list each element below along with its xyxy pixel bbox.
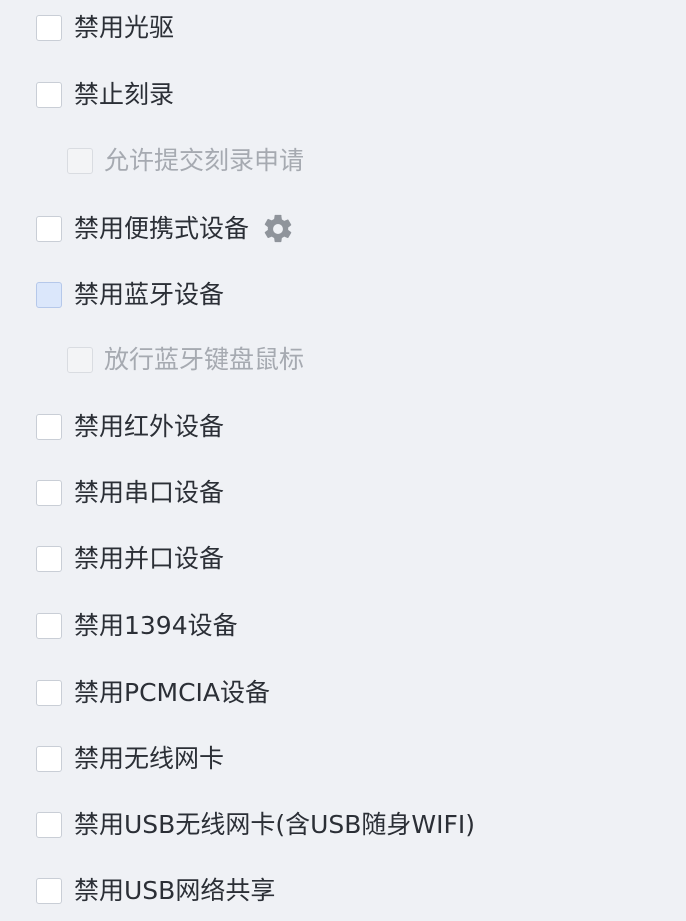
option-disable-usb-network-sharing[interactable]: 禁用USB网络共享 bbox=[36, 871, 275, 911]
disable-optical-drive-checkbox[interactable] bbox=[36, 15, 62, 41]
option-disable-serial[interactable]: 禁用串口设备 bbox=[36, 473, 224, 513]
option-allow-burn-request: 允许提交刻录申请 bbox=[67, 141, 304, 181]
device-control-options-panel: 禁用光驱 禁止刻录 允许提交刻录申请 禁用便携式设备 禁用蓝牙设备 放行蓝牙键盘… bbox=[0, 0, 686, 921]
option-disable-wireless-nic[interactable]: 禁用无线网卡 bbox=[36, 739, 224, 779]
option-disable-burning[interactable]: 禁止刻录 bbox=[36, 75, 174, 115]
disable-infrared-checkbox[interactable] bbox=[36, 414, 62, 440]
disable-usb-network-sharing-label[interactable]: 禁用USB网络共享 bbox=[74, 871, 275, 911]
option-allow-bt-keyboard-mouse: 放行蓝牙键盘鼠标 bbox=[67, 340, 304, 380]
disable-wireless-nic-label[interactable]: 禁用无线网卡 bbox=[74, 739, 224, 779]
disable-bluetooth-label[interactable]: 禁用蓝牙设备 bbox=[74, 275, 224, 315]
disable-parallel-checkbox[interactable] bbox=[36, 546, 62, 572]
gear-icon[interactable] bbox=[261, 212, 295, 246]
allow-bt-keyboard-mouse-label: 放行蓝牙键盘鼠标 bbox=[104, 345, 305, 374]
disable-optical-drive-label[interactable]: 禁用光驱 bbox=[74, 8, 174, 48]
disable-pcmcia-checkbox[interactable] bbox=[36, 680, 62, 706]
option-disable-1394[interactable]: 禁用1394设备 bbox=[36, 606, 238, 646]
disable-serial-checkbox[interactable] bbox=[36, 480, 62, 506]
disable-bluetooth-checkbox[interactable] bbox=[36, 282, 62, 308]
option-disable-optical-drive[interactable]: 禁用光驱 bbox=[36, 8, 174, 48]
option-disable-infrared[interactable]: 禁用红外设备 bbox=[36, 407, 224, 447]
disable-1394-checkbox[interactable] bbox=[36, 613, 62, 639]
option-disable-pcmcia[interactable]: 禁用PCMCIA设备 bbox=[36, 673, 270, 713]
disable-1394-label[interactable]: 禁用1394设备 bbox=[74, 606, 238, 646]
allow-burn-request-checkbox bbox=[67, 148, 93, 174]
option-disable-usb-wireless-nic[interactable]: 禁用USB无线网卡(含USB随身WIFI) bbox=[36, 805, 475, 845]
disable-serial-label[interactable]: 禁用串口设备 bbox=[74, 473, 224, 513]
disable-burning-checkbox[interactable] bbox=[36, 82, 62, 108]
allow-bt-keyboard-mouse-checkbox bbox=[67, 347, 93, 373]
disable-usb-wireless-nic-checkbox[interactable] bbox=[36, 812, 62, 838]
option-disable-portable-devices[interactable]: 禁用便携式设备 bbox=[36, 209, 295, 249]
option-disable-parallel[interactable]: 禁用并口设备 bbox=[36, 539, 224, 579]
disable-parallel-label[interactable]: 禁用并口设备 bbox=[74, 539, 224, 579]
disable-portable-devices-label[interactable]: 禁用便携式设备 bbox=[74, 209, 249, 249]
disable-portable-devices-checkbox[interactable] bbox=[36, 216, 62, 242]
disable-usb-wireless-nic-label[interactable]: 禁用USB无线网卡(含USB随身WIFI) bbox=[74, 805, 475, 845]
allow-burn-request-label: 允许提交刻录申请 bbox=[104, 146, 305, 175]
disable-pcmcia-label[interactable]: 禁用PCMCIA设备 bbox=[74, 673, 270, 713]
disable-infrared-label[interactable]: 禁用红外设备 bbox=[74, 407, 224, 447]
disable-usb-network-sharing-checkbox[interactable] bbox=[36, 878, 62, 904]
disable-burning-label[interactable]: 禁止刻录 bbox=[74, 75, 174, 115]
option-disable-bluetooth[interactable]: 禁用蓝牙设备 bbox=[36, 275, 224, 315]
disable-wireless-nic-checkbox[interactable] bbox=[36, 746, 62, 772]
